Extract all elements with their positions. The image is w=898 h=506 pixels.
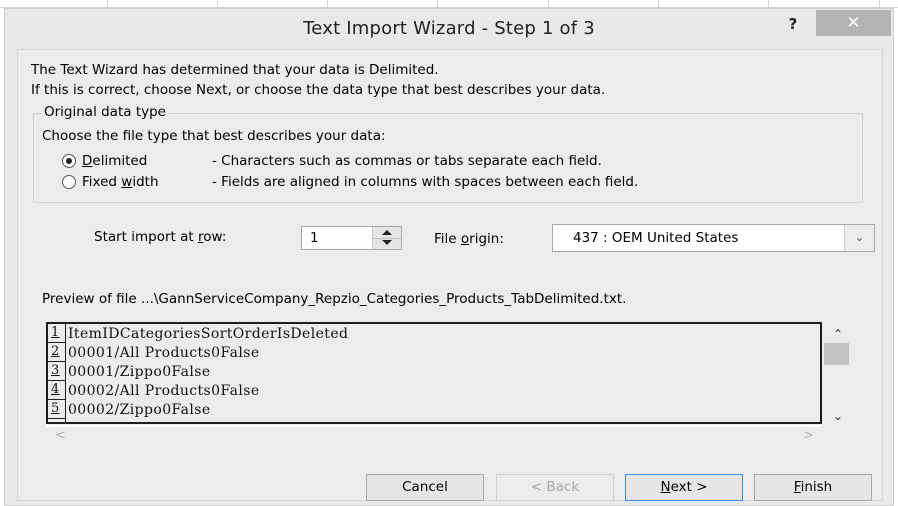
close-button[interactable]: ✕: [816, 10, 891, 36]
row-text: 00002/Zippo0False: [68, 401, 211, 418]
file-origin-label: File origin:: [434, 231, 504, 247]
preview-label: Preview of file ...\GannServiceCompany_R…: [42, 291, 627, 307]
original-data-type-group: Original data type Choose the file type …: [33, 104, 863, 203]
radio-label-fixed-width[interactable]: Fixed width: [82, 174, 212, 190]
scrollbar-thumb[interactable]: [824, 343, 849, 365]
help-button[interactable]: ?: [781, 15, 805, 37]
preview-horizontal-scrollbar[interactable]: < >: [46, 425, 822, 443]
row-text: 00001/All Products0False: [68, 344, 260, 361]
spinner-buttons: [372, 227, 401, 249]
close-icon: ✕: [846, 13, 861, 33]
radio-label-delimited[interactable]: Delimited: [82, 153, 212, 169]
delimited-description: - Characters such as commas or tabs sepa…: [212, 153, 602, 169]
chevron-down-icon[interactable]: ⌄: [830, 410, 846, 422]
spin-down-icon[interactable]: [373, 238, 401, 249]
back-button[interactable]: < Back: [496, 474, 614, 501]
chevron-left-icon[interactable]: <: [55, 428, 66, 443]
start-row-input[interactable]: 1: [310, 230, 319, 246]
row-number: 5: [48, 400, 66, 419]
grid-line: [768, 0, 769, 8]
file-preview-box[interactable]: 1 ItemIDCategoriesSortOrderIsDeleted 2 0…: [46, 322, 822, 424]
text-import-wizard-dialog: Text Import Wizard - Step 1 of 3 ? ✕ The…: [4, 8, 894, 506]
row-text: ItemIDCategoriesSortOrderIsDeleted: [68, 325, 349, 342]
row-number: 2: [48, 343, 66, 362]
row-text: 00002/All Products0False: [68, 382, 260, 399]
preview-vertical-scrollbar[interactable]: ⌃ ⌄: [824, 322, 852, 424]
grid-line: [658, 0, 659, 8]
preview-row: 2 00001/All Products0False: [48, 343, 820, 362]
preview-row: 1 ItemIDCategoriesSortOrderIsDeleted: [48, 324, 820, 343]
chevron-up-icon[interactable]: ⌃: [830, 328, 846, 340]
intro-text: The Text Wizard has determined that your…: [31, 60, 605, 100]
file-origin-value: 437 : OEM United States: [573, 230, 739, 246]
start-row-label: Start import at row:: [94, 229, 227, 245]
preview-row: 5 00002/Zippo0False: [48, 400, 820, 419]
row-text: 00001/Zippo0False: [68, 363, 211, 380]
start-row-spinner[interactable]: 1: [301, 226, 402, 250]
grid-line: [107, 0, 108, 8]
cancel-button[interactable]: Cancel: [366, 474, 484, 501]
finish-button[interactable]: Finish: [754, 474, 872, 501]
grid-line: [437, 0, 438, 8]
group-description: Choose the file type that best describes…: [42, 128, 386, 144]
dialog-title: Text Import Wizard - Step 1 of 3: [303, 18, 595, 39]
next-button[interactable]: Next >: [625, 474, 743, 501]
row-number-column-filler: [48, 419, 66, 422]
intro-line-1: The Text Wizard has determined that your…: [31, 62, 439, 78]
radio-fixed-width[interactable]: Fixed width - Fields are aligned in colu…: [62, 172, 638, 192]
chevron-right-icon[interactable]: >: [803, 428, 814, 443]
grid-line: [327, 0, 328, 8]
radio-button-checked[interactable]: [62, 154, 76, 168]
grid-line: [879, 0, 880, 8]
row-number: 1: [48, 324, 66, 343]
preview-row: 4 00002/All Products0False: [48, 381, 820, 400]
radio-delimited[interactable]: Delimited - Characters such as commas or…: [62, 151, 602, 171]
file-origin-select[interactable]: 437 : OEM United States ⌄: [552, 224, 875, 252]
row-number: 3: [48, 362, 66, 381]
chevron-down-icon[interactable]: ⌄: [844, 225, 874, 251]
row-number: 4: [48, 381, 66, 400]
group-legend: Original data type: [42, 104, 168, 120]
title-bar[interactable]: Text Import Wizard - Step 1 of 3 ? ✕: [5, 9, 893, 49]
grid-line: [217, 0, 218, 8]
radio-button-unchecked[interactable]: [62, 175, 76, 189]
wizard-content: The Text Wizard has determined that your…: [17, 49, 883, 501]
grid-line: [548, 0, 549, 8]
intro-line-2: If this is correct, choose Next, or choo…: [31, 82, 606, 98]
preview-row: 3 00001/Zippo0False: [48, 362, 820, 381]
fixed-width-description: - Fields are aligned in columns with spa…: [212, 174, 639, 190]
